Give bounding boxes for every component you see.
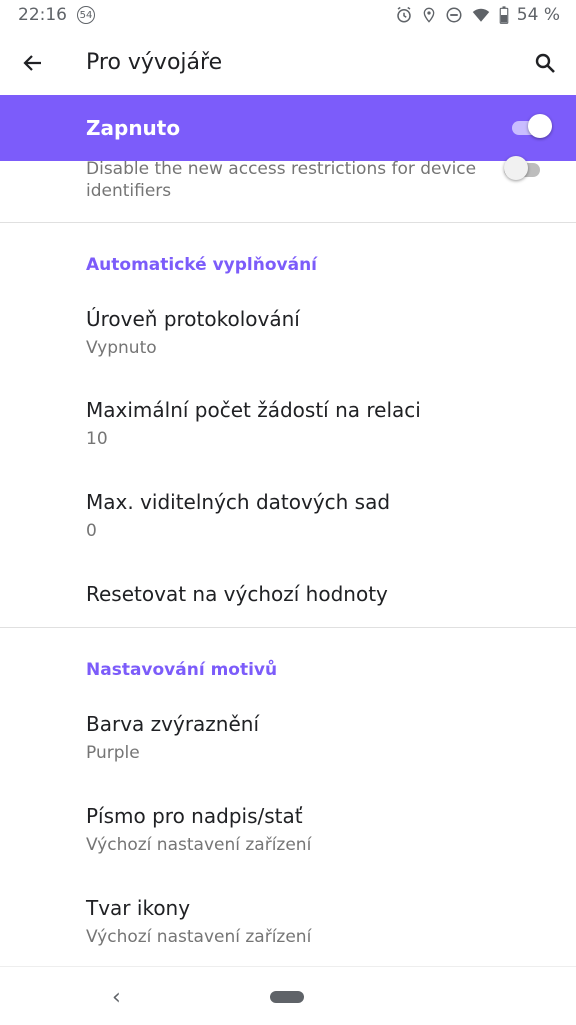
toggle-thumb bbox=[528, 114, 552, 138]
device-identifiers-toggle[interactable] bbox=[504, 156, 544, 180]
pref-summary: Výchozí nastavení zařízení bbox=[86, 927, 312, 947]
nav-back-icon[interactable]: ‹ bbox=[112, 985, 121, 1010]
pref-title: Písmo pro nadpis/stať bbox=[86, 804, 303, 828]
pref-summary: 0 bbox=[86, 521, 97, 541]
notification-badge: 54 bbox=[77, 6, 95, 24]
alarm-icon bbox=[397, 6, 411, 23]
pref-title: Barva zvýraznění bbox=[86, 712, 260, 736]
toggle-thumb bbox=[504, 156, 528, 180]
pref-summary: Výchozí nastavení zařízení bbox=[86, 835, 312, 855]
search-icon bbox=[535, 53, 555, 73]
section-divider bbox=[0, 222, 576, 223]
page-title: Pro vývojáře bbox=[86, 50, 223, 75]
device-identifiers-summary: Disable the new access restrictions for … bbox=[86, 159, 477, 201]
battery-percent: 54 % bbox=[516, 5, 560, 25]
pref-title: Tvar ikony bbox=[86, 896, 191, 920]
navigation-bar: ‹ bbox=[0, 966, 576, 1025]
master-switch-bar[interactable]: Zapnuto bbox=[0, 95, 576, 161]
pref-summary: Vypnuto bbox=[86, 338, 157, 358]
pref-title: Resetovat na výchozí hodnoty bbox=[86, 582, 388, 606]
section-divider bbox=[0, 627, 576, 628]
pref-title: Maximální počet žádostí na relaci bbox=[86, 398, 421, 422]
battery-icon bbox=[499, 6, 509, 24]
pref-title: Max. viditelných datových sad bbox=[86, 490, 391, 514]
location-icon bbox=[423, 7, 435, 23]
arrow-back-icon bbox=[23, 55, 41, 71]
pref-summary: Purple bbox=[86, 743, 140, 763]
dnd-icon bbox=[446, 7, 462, 23]
status-time: 22:16 bbox=[18, 5, 67, 25]
wifi-icon bbox=[472, 8, 490, 22]
app-bar: Pro vývojáře bbox=[0, 30, 576, 95]
pref-summary: 10 bbox=[86, 429, 108, 449]
search-button[interactable] bbox=[530, 48, 560, 78]
section-header-autofill: Automatické vyplňování bbox=[86, 255, 318, 275]
status-bar: 22:16 54 54 % bbox=[0, 0, 576, 30]
back-button[interactable] bbox=[18, 48, 48, 78]
section-header-theme: Nastavování motivů bbox=[86, 660, 278, 680]
master-switch-toggle[interactable] bbox=[512, 114, 552, 138]
nav-home-pill[interactable] bbox=[270, 991, 304, 1003]
pref-title: Úroveň protokolování bbox=[86, 307, 300, 331]
master-switch-label: Zapnuto bbox=[86, 116, 181, 140]
